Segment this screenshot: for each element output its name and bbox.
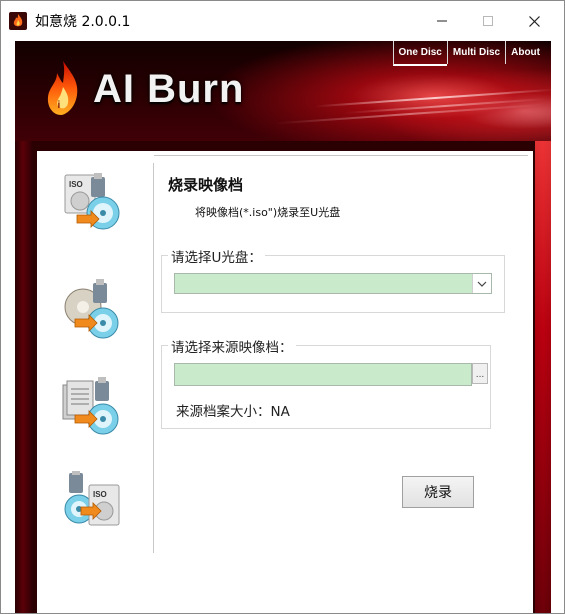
maximize-icon	[483, 16, 493, 26]
page-title: 烧录映像档	[168, 176, 244, 194]
content-frame: ISO ISO 烧录映像档 将映像档(*.iso")烧录至U光盘 请选择U光盘：…	[15, 141, 551, 613]
sidebar-item-iso-to-usb[interactable]: ISO	[61, 171, 123, 233]
sidebar-item-files-to-disc[interactable]	[61, 375, 123, 437]
maximize-button[interactable]	[465, 1, 511, 41]
content-panel: ISO ISO 烧录映像档 将映像档(*.iso")烧录至U光盘 请选择U光盘：…	[37, 151, 533, 613]
window-title: 如意烧 2.0.0.1	[35, 14, 131, 30]
browse-button[interactable]: ...	[472, 363, 488, 384]
close-icon	[528, 15, 540, 27]
svg-text:i: i	[58, 100, 61, 111]
files-to-disc-icon	[62, 377, 119, 435]
brand-title: AI Burn	[93, 67, 245, 111]
page-description: 将映像档(*.iso")烧录至U光盘	[195, 206, 341, 219]
source-image-group: 请选择来源映像档： ... 来源档案大小：NA	[161, 336, 491, 429]
main-tabs: One Disc Multi Disc About	[392, 41, 545, 66]
title-bar[interactable]: 如意烧 2.0.0.1	[1, 1, 564, 41]
burn-button[interactable]: 烧录	[402, 476, 474, 508]
usb-disc-to-iso-icon: ISO	[64, 469, 120, 526]
app-flame-icon	[9, 12, 27, 30]
source-image-label: 请选择来源映像档：	[168, 336, 296, 356]
disc-copy-icon	[64, 279, 119, 339]
source-file-size: 来源档案大小：NA	[176, 404, 290, 420]
sidebar-item-disc-to-iso[interactable]: ISO	[61, 469, 123, 533]
drive-select-group: 请选择U光盘：	[161, 246, 505, 313]
iso-usb-to-disc-icon: ISO	[64, 173, 120, 230]
header-banner: i AI Burn One Disc Multi Disc About	[15, 41, 551, 141]
tab-one-disc[interactable]: One Disc	[392, 41, 447, 66]
svg-text:ISO: ISO	[69, 180, 83, 189]
tab-about[interactable]: About	[505, 41, 545, 64]
divider	[153, 163, 154, 553]
close-button[interactable]	[511, 1, 557, 41]
minimize-button[interactable]	[419, 1, 465, 41]
drive-select-label: 请选择U光盘：	[168, 246, 265, 266]
usb-drive-select[interactable]	[174, 273, 492, 294]
flame-logo-icon: i	[47, 61, 78, 115]
minimize-icon	[437, 20, 447, 22]
tab-multi-disc[interactable]: Multi Disc	[446, 41, 505, 64]
app-window: 如意烧 2.0.0.1 i AI Burn One Disc Multi Dis…	[0, 0, 565, 614]
sidebar-item-disc-copy[interactable]	[61, 279, 123, 341]
chevron-down-icon[interactable]	[472, 274, 491, 293]
divider	[154, 155, 528, 156]
source-image-path-input[interactable]	[174, 363, 472, 386]
svg-text:ISO: ISO	[93, 490, 107, 499]
